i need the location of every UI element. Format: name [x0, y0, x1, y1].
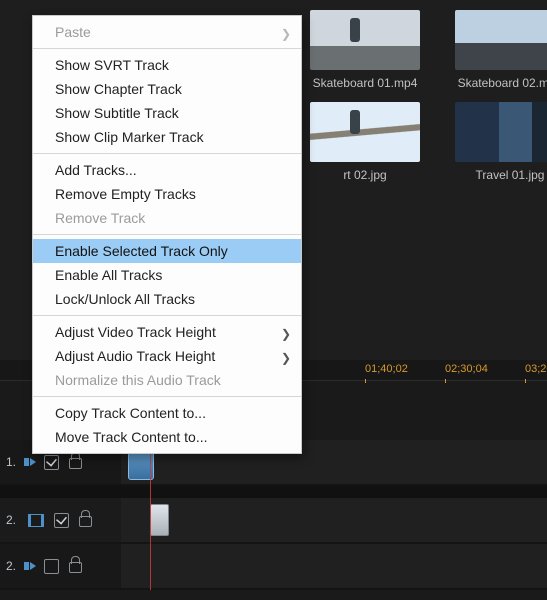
media-label: rt 02.jpg: [310, 168, 420, 182]
track-video-2[interactable]: 2.: [0, 498, 547, 544]
ruler-tick: 03;20;0: [525, 360, 547, 383]
menu-item[interactable]: Copy Track Content to...: [33, 401, 301, 425]
menu-item[interactable]: Adjust Video Track Height ❯: [33, 320, 301, 344]
media-label: Skateboard 02.mp4: [455, 76, 547, 90]
track-audio-2[interactable]: 2.: [0, 544, 547, 590]
menu-item-label: Show Chapter Track: [55, 81, 182, 97]
menu-item-label: Add Tracks...: [55, 162, 137, 178]
menu-item[interactable]: Remove Empty Tracks: [33, 182, 301, 206]
menu-item-label: Remove Track: [55, 210, 145, 226]
menu-item-label: Show Subtitle Track: [55, 105, 179, 121]
track-context-menu[interactable]: Paste ❯ Show SVRT Track Show Chapter Track S…: [32, 15, 302, 454]
speaker-icon[interactable]: [30, 562, 36, 570]
lock-icon[interactable]: [69, 562, 82, 573]
menu-item-label: Adjust Video Track Height: [55, 324, 216, 340]
media-thumbnail[interactable]: [455, 10, 547, 70]
media-item[interactable]: Travel 01.jpg: [455, 102, 547, 182]
track-header: 2.: [0, 559, 121, 574]
media-thumbnail[interactable]: [455, 102, 547, 162]
menu-item-label: Copy Track Content to...: [55, 405, 206, 421]
track-number: 2.: [6, 559, 18, 573]
chevron-right-icon: ❯: [281, 325, 291, 343]
menu-item[interactable]: Enable Selected Track Only: [33, 239, 301, 263]
menu-item-label: Paste: [55, 24, 91, 40]
track-body[interactable]: [121, 498, 547, 542]
menu-item[interactable]: Move Track Content to...: [33, 425, 301, 449]
menu-item[interactable]: Show Chapter Track: [33, 77, 301, 101]
menu-item: Remove Track: [33, 206, 301, 230]
menu-item-label: Enable Selected Track Only: [55, 243, 228, 259]
menu-item[interactable]: Show Clip Marker Track: [33, 125, 301, 149]
track-body[interactable]: [121, 544, 547, 588]
menu-item: Normalize this Audio Track: [33, 368, 301, 392]
media-thumbnail[interactable]: [310, 102, 420, 162]
menu-separator: [33, 396, 301, 397]
media-item[interactable]: rt 02.jpg: [310, 102, 420, 182]
track-enable-checkbox[interactable]: [44, 559, 59, 574]
timeline-clip[interactable]: [150, 504, 169, 536]
menu-separator: [33, 153, 301, 154]
track-header: 2.: [0, 513, 121, 528]
menu-item-label: Enable All Tracks: [55, 267, 162, 283]
menu-separator: [33, 234, 301, 235]
menu-item-label: Adjust Audio Track Height: [55, 348, 215, 364]
track-enable-checkbox[interactable]: [44, 455, 59, 470]
media-item[interactable]: Skateboard 01.mp4: [310, 10, 420, 90]
media-label: Travel 01.jpg: [455, 168, 547, 182]
menu-item-label: Lock/Unlock All Tracks: [55, 291, 195, 307]
track-header: 1.: [0, 455, 121, 470]
media-item[interactable]: Skateboard 02.mp4: [455, 10, 547, 90]
film-icon[interactable]: [28, 514, 44, 527]
menu-separator: [33, 315, 301, 316]
menu-item[interactable]: Adjust Audio Track Height ❯: [33, 344, 301, 368]
menu-item: Paste ❯: [33, 20, 301, 44]
menu-item[interactable]: Enable All Tracks: [33, 263, 301, 287]
menu-item-label: Remove Empty Tracks: [55, 186, 196, 202]
menu-item[interactable]: Lock/Unlock All Tracks: [33, 287, 301, 311]
media-label: Skateboard 01.mp4: [310, 76, 420, 90]
chevron-right-icon: ❯: [281, 25, 291, 43]
menu-separator: [33, 48, 301, 49]
track-enable-checkbox[interactable]: [54, 513, 69, 528]
lock-icon[interactable]: [79, 516, 92, 527]
menu-item-label: Show Clip Marker Track: [55, 129, 204, 145]
ruler-tick: 01;40;02: [365, 360, 408, 383]
menu-item-label: Move Track Content to...: [55, 429, 208, 445]
ruler-tick: 02;30;04: [445, 360, 488, 383]
menu-item[interactable]: Show SVRT Track: [33, 53, 301, 77]
playhead[interactable]: [150, 440, 151, 590]
lock-icon[interactable]: [69, 458, 82, 469]
menu-item-label: Normalize this Audio Track: [55, 372, 221, 388]
menu-item[interactable]: Show Subtitle Track: [33, 101, 301, 125]
track-number: 2.: [6, 513, 18, 527]
track-number: 1.: [6, 455, 18, 469]
menu-item-label: Show SVRT Track: [55, 57, 169, 73]
media-thumbnail[interactable]: [310, 10, 420, 70]
speaker-icon[interactable]: [30, 458, 36, 466]
timeline-tracks: 1. Ska 2. 2.: [0, 440, 547, 590]
chevron-right-icon: ❯: [281, 349, 291, 367]
menu-item[interactable]: Add Tracks...: [33, 158, 301, 182]
